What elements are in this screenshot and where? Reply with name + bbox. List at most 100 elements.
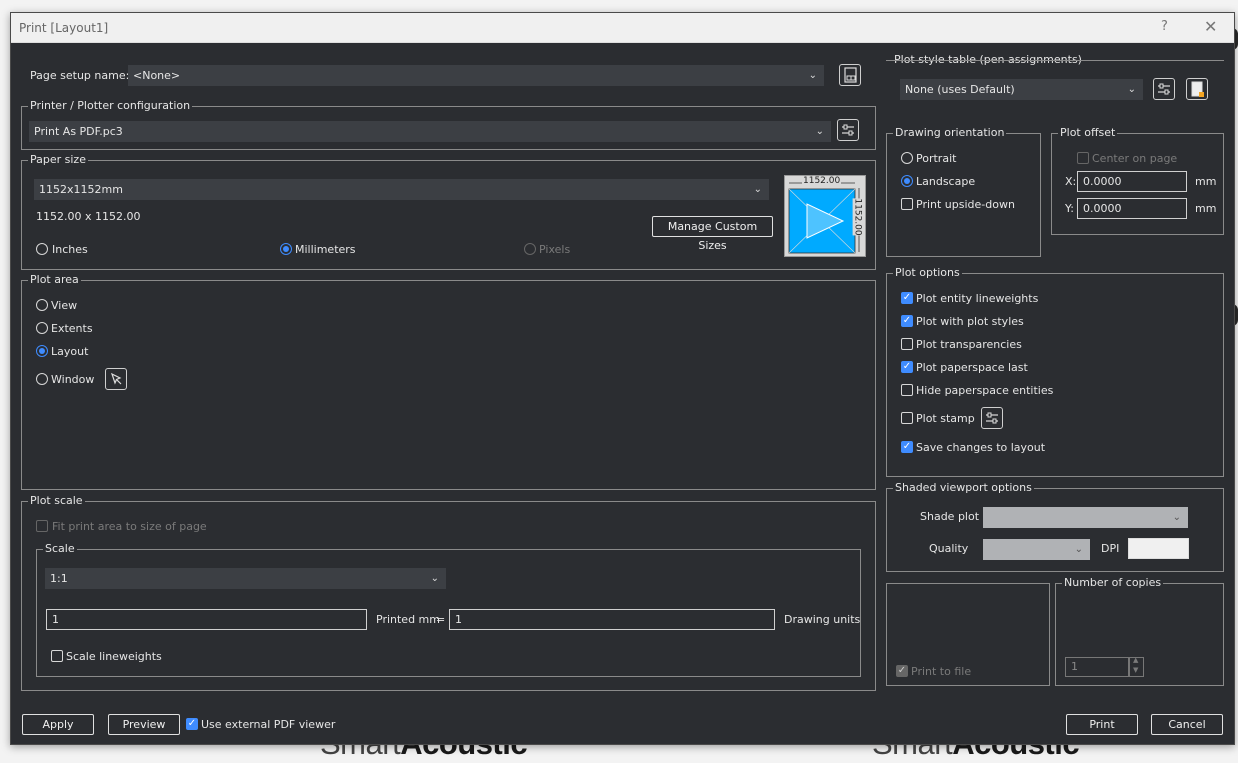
center-on-page-checkbox[interactable]	[1077, 152, 1089, 164]
plot-transparencies-checkbox[interactable]	[901, 338, 913, 350]
save-changes-to-layout-label: Save changes to layout	[916, 441, 1046, 454]
hide-paperspace-entities-label: Hide paperspace entities	[916, 384, 1054, 397]
plot-area-extents-label: Extents	[51, 322, 93, 335]
paper-size-legend: Paper size	[28, 153, 88, 166]
orientation-portrait-radio[interactable]	[901, 152, 913, 164]
plot-stamp-label: Plot stamp	[916, 412, 975, 425]
orientation-landscape-radio[interactable]	[901, 175, 913, 187]
offset-y-unit: mm	[1195, 202, 1217, 215]
plot-transparencies-label: Plot transparencies	[916, 338, 1022, 351]
quality-select[interactable]: ⌄	[983, 539, 1090, 560]
drawing-units-input[interactable]: 1	[449, 609, 775, 630]
plot-entity-lineweights-label: Plot entity lineweights	[916, 292, 1039, 305]
sliders-icon	[842, 124, 854, 136]
fit-to-page-checkbox[interactable]	[36, 520, 48, 532]
pick-window-button[interactable]	[105, 368, 127, 390]
units-pixels-radio[interactable]	[524, 243, 536, 255]
plot-style-select[interactable]: None (uses Default) ⌄	[900, 79, 1143, 100]
fit-to-page-label: Fit print area to size of page	[52, 520, 207, 533]
plot-style-new-button[interactable]	[1186, 78, 1208, 100]
plot-style-value: None (uses Default)	[905, 83, 1015, 96]
use-external-pdf-viewer-label: Use external PDF viewer	[201, 718, 336, 731]
apply-button[interactable]: Apply	[22, 714, 94, 735]
page-setup-value: <None>	[133, 69, 181, 82]
print-to-file-checkbox[interactable]: ✓	[896, 665, 908, 677]
plot-stamp-checkbox[interactable]	[901, 412, 913, 424]
plot-stamp-settings-button[interactable]	[981, 407, 1003, 429]
printer-select[interactable]: Print As PDF.pc3 ⌄	[29, 121, 831, 142]
spin-down-icon[interactable]: ▼	[1133, 666, 1138, 674]
chevron-down-icon: ⌄	[808, 70, 817, 81]
shade-plot-label: Shade plot	[920, 510, 980, 523]
orientation-portrait-label: Portrait	[916, 152, 957, 165]
print-upside-down-checkbox[interactable]	[901, 198, 913, 210]
plot-paperspace-last-label: Plot paperspace last	[916, 361, 1028, 374]
chevron-down-icon: ⌄	[815, 126, 824, 137]
plot-area-view-label: View	[51, 299, 78, 312]
paper-size-group: Paper size	[21, 153, 876, 270]
offset-y-input[interactable]: 0.0000	[1077, 198, 1187, 219]
sliders-icon	[986, 412, 998, 424]
printer-settings-button[interactable]	[837, 119, 859, 141]
help-button[interactable]: ?	[1161, 19, 1168, 34]
scale-legend: Scale	[43, 542, 77, 555]
offset-y-label: Y:	[1065, 202, 1074, 215]
drawing-units-label: Drawing units	[784, 613, 861, 626]
plot-area-extents-radio[interactable]	[36, 322, 48, 334]
window-title: Print [Layout1]	[19, 21, 109, 35]
copies-spinner[interactable]: ▲ ▼	[1129, 656, 1144, 677]
dpi-input[interactable]	[1128, 538, 1189, 559]
manage-custom-sizes-button[interactable]: Manage Custom Sizes	[652, 216, 773, 252]
units-inches-radio[interactable]	[36, 243, 48, 255]
units-inches-label: Inches	[52, 243, 88, 256]
scale-lineweights-checkbox[interactable]	[51, 650, 63, 662]
plot-area-legend: Plot area	[28, 273, 81, 286]
offset-x-input[interactable]: 0.0000	[1077, 171, 1187, 192]
shaded-viewport-legend: Shaded viewport options	[893, 481, 1034, 494]
units-millimeters-radio[interactable]	[280, 243, 292, 255]
cancel-button[interactable]: Cancel	[1151, 714, 1223, 735]
page-setup-select[interactable]: <None> ⌄	[128, 65, 824, 86]
plot-area-view-radio[interactable]	[36, 299, 48, 311]
plot-entity-lineweights-checkbox[interactable]: ✓	[901, 292, 913, 304]
print-button[interactable]: Print	[1066, 714, 1138, 735]
units-pixels-label: Pixels	[539, 243, 571, 256]
printer-legend: Printer / Plotter configuration	[28, 99, 193, 112]
preview-height-label: 1152.00	[852, 198, 863, 236]
page-setup-label: Page setup name:	[30, 69, 130, 82]
preview-button[interactable]: Preview	[108, 714, 180, 735]
plot-with-plot-styles-checkbox[interactable]: ✓	[901, 315, 913, 327]
copies-input[interactable]: 1	[1065, 657, 1129, 677]
scale-select[interactable]: 1:1 ⌄	[45, 568, 446, 589]
chevron-down-icon: ⌄	[1127, 84, 1136, 95]
close-button[interactable]: ✕	[1204, 17, 1217, 36]
print-dialog: Print [Layout1] ? ✕ Page setup name: <No…	[10, 12, 1235, 745]
chevron-down-icon: ⌄	[1172, 512, 1181, 523]
title-bar: Print [Layout1] ? ✕	[11, 13, 1234, 43]
orientation-legend: Drawing orientation	[893, 126, 1007, 139]
plot-area-layout-radio[interactable]	[36, 345, 48, 357]
plot-paperspace-last-checkbox[interactable]: ✓	[901, 361, 913, 373]
paper-size-value: 1152x1152mm	[39, 183, 123, 196]
page-setup-import-button[interactable]	[839, 64, 861, 86]
quality-label: Quality	[929, 542, 969, 555]
plot-area-group: Plot area	[21, 273, 876, 490]
use-external-pdf-viewer-checkbox[interactable]: ✓	[186, 718, 198, 730]
plot-area-window-radio[interactable]	[36, 373, 48, 385]
paper-preview: 1152.00 1152.00	[784, 175, 866, 257]
plot-area-layout-label: Layout	[51, 345, 89, 358]
save-changes-to-layout-checkbox[interactable]: ✓	[901, 441, 913, 453]
chevron-down-icon: ⌄	[1074, 544, 1083, 555]
paper-size-select[interactable]: 1152x1152mm ⌄	[34, 179, 769, 200]
scale-value: 1:1	[50, 572, 68, 585]
dpi-label: DPI	[1101, 542, 1120, 555]
equals-sign: =	[436, 613, 446, 626]
printed-units-input[interactable]: 1	[46, 609, 367, 630]
chevron-down-icon: ⌄	[753, 184, 762, 195]
spin-up-icon[interactable]: ▲	[1133, 656, 1138, 664]
hide-paperspace-entities-checkbox[interactable]	[901, 384, 913, 396]
shade-plot-select[interactable]: ⌄	[983, 507, 1188, 528]
print-to-file-label: Print to file	[911, 665, 972, 678]
plot-style-settings-button[interactable]	[1153, 78, 1175, 100]
plot-scale-legend: Plot scale	[28, 494, 85, 507]
